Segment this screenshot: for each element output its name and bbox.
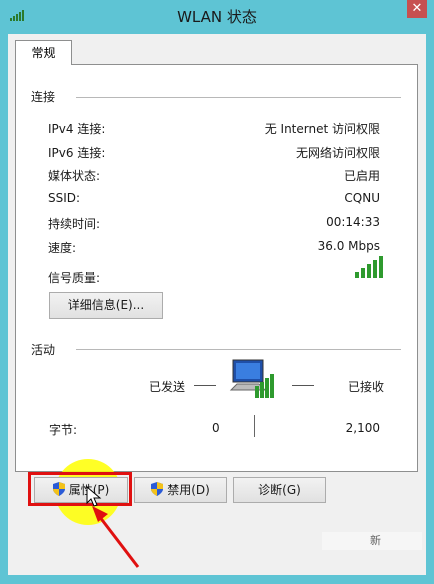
disable-label: 禁用(D)	[167, 483, 210, 497]
signal-quality-label: 信号质量:	[48, 271, 101, 285]
bytes-sent-value: 0	[212, 421, 220, 435]
duration-label: 持续时间:	[48, 217, 101, 231]
watermark: 新	[322, 532, 422, 550]
shield-icon	[151, 482, 164, 496]
details-button[interactable]: 详细信息(E)...	[49, 292, 163, 319]
window-title: WLAN 状态	[177, 8, 257, 26]
close-icon: ✕	[411, 1, 423, 16]
activity-separator	[254, 415, 255, 437]
connection-section-label: 连接	[31, 90, 56, 104]
ipv4-value: 无 Internet 访问权限	[264, 122, 380, 136]
activity-section-label: 活动	[31, 343, 56, 357]
media-state-value: 已启用	[343, 169, 380, 183]
received-line	[292, 385, 314, 386]
ipv4-label: IPv4 连接:	[48, 122, 106, 136]
speed-label: 速度:	[48, 241, 77, 255]
disable-button[interactable]: 禁用(D)	[134, 477, 227, 503]
sent-label: 已发送	[149, 380, 186, 394]
bytes-received-value: 2,100	[345, 421, 380, 435]
speed-value: 36.0 Mbps	[317, 239, 380, 253]
highlight-box	[28, 472, 132, 506]
network-computer-icon	[229, 359, 274, 398]
tab-general[interactable]: 常规	[15, 40, 72, 65]
ipv6-value: 无网络访问权限	[295, 146, 380, 160]
red-arrow-icon	[92, 506, 140, 568]
activity-divider	[76, 349, 401, 350]
duration-value: 00:14:33	[326, 215, 380, 229]
close-button[interactable]: ✕	[407, 0, 427, 18]
ipv6-label: IPv6 连接:	[48, 146, 106, 160]
ssid-value: CQNU	[344, 191, 380, 205]
media-state-label: 媒体状态:	[48, 169, 101, 183]
general-panel: 连接 IPv4 连接: 无 Internet 访问权限 IPv6 连接: 无网络…	[15, 64, 418, 472]
ssid-label: SSID:	[48, 191, 81, 205]
sent-line	[194, 385, 216, 386]
title-bar[interactable]: WLAN 状态 ✕	[0, 0, 434, 34]
diagnose-button[interactable]: 诊断(G)	[233, 477, 326, 503]
connection-divider	[76, 97, 401, 98]
wlan-status-window: WLAN 状态 ✕ 常规 连接 IPv4 连接: 无 Internet 访问权限…	[0, 0, 434, 584]
received-label: 已接收	[348, 380, 385, 394]
dialog-client: 常规 连接 IPv4 连接: 无 Internet 访问权限 IPv6 连接: …	[8, 34, 426, 575]
signal-bars-icon	[355, 256, 385, 278]
bytes-label: 字节:	[49, 423, 78, 437]
